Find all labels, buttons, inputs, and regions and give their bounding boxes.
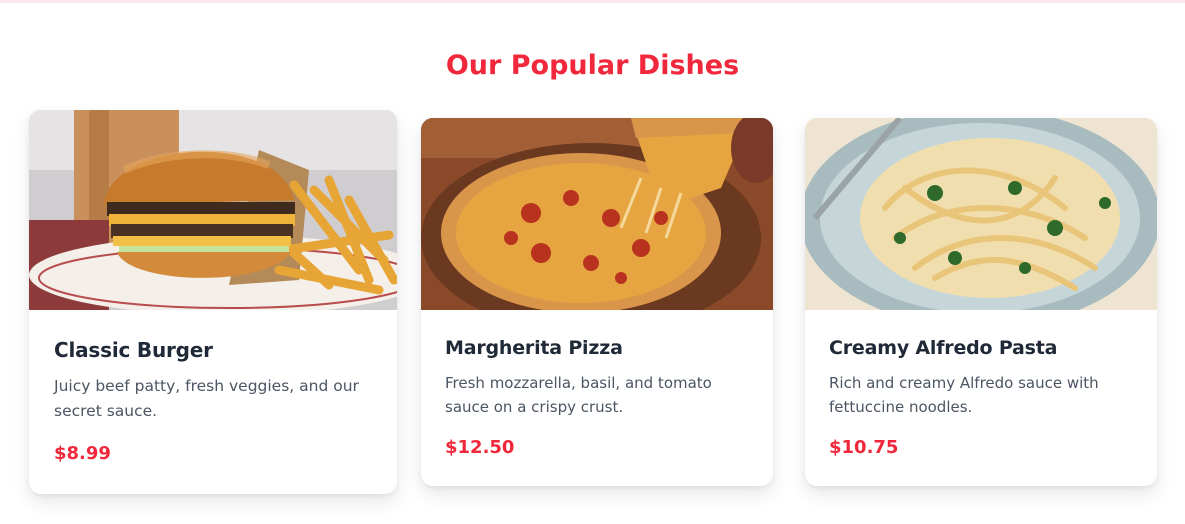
dish-description: Rich and creamy Alfredo sauce with fettu…	[829, 374, 1099, 416]
dish-price: $10.75	[829, 437, 899, 458]
dish-description: Fresh mozzarella, basil, and tomato sauc…	[445, 374, 712, 416]
top-divider	[0, 0, 1185, 3]
dish-card-creamy-alfredo-pasta[interactable]: Creamy Alfredo Pasta Rich and creamy Alf…	[805, 118, 1157, 486]
dish-price: $8.99	[54, 443, 111, 464]
burger-image	[29, 110, 397, 310]
dish-card-classic-burger[interactable]: Classic Burger Juicy beef patty, fresh v…	[29, 110, 397, 494]
dish-card-margherita-pizza[interactable]: Margherita Pizza Fresh mozzarella, basil…	[421, 118, 773, 486]
dish-description: Juicy beef patty, fresh veggies, and our…	[54, 377, 359, 420]
pasta-image	[805, 118, 1157, 310]
dish-price: $12.50	[445, 437, 515, 458]
section-title: Our Popular Dishes	[445, 50, 740, 81]
dish-name: Classic Burger	[54, 338, 213, 362]
pizza-image	[421, 118, 773, 310]
dish-name: Creamy Alfredo Pasta	[829, 337, 1058, 359]
dish-name: Margherita Pizza	[445, 337, 623, 359]
